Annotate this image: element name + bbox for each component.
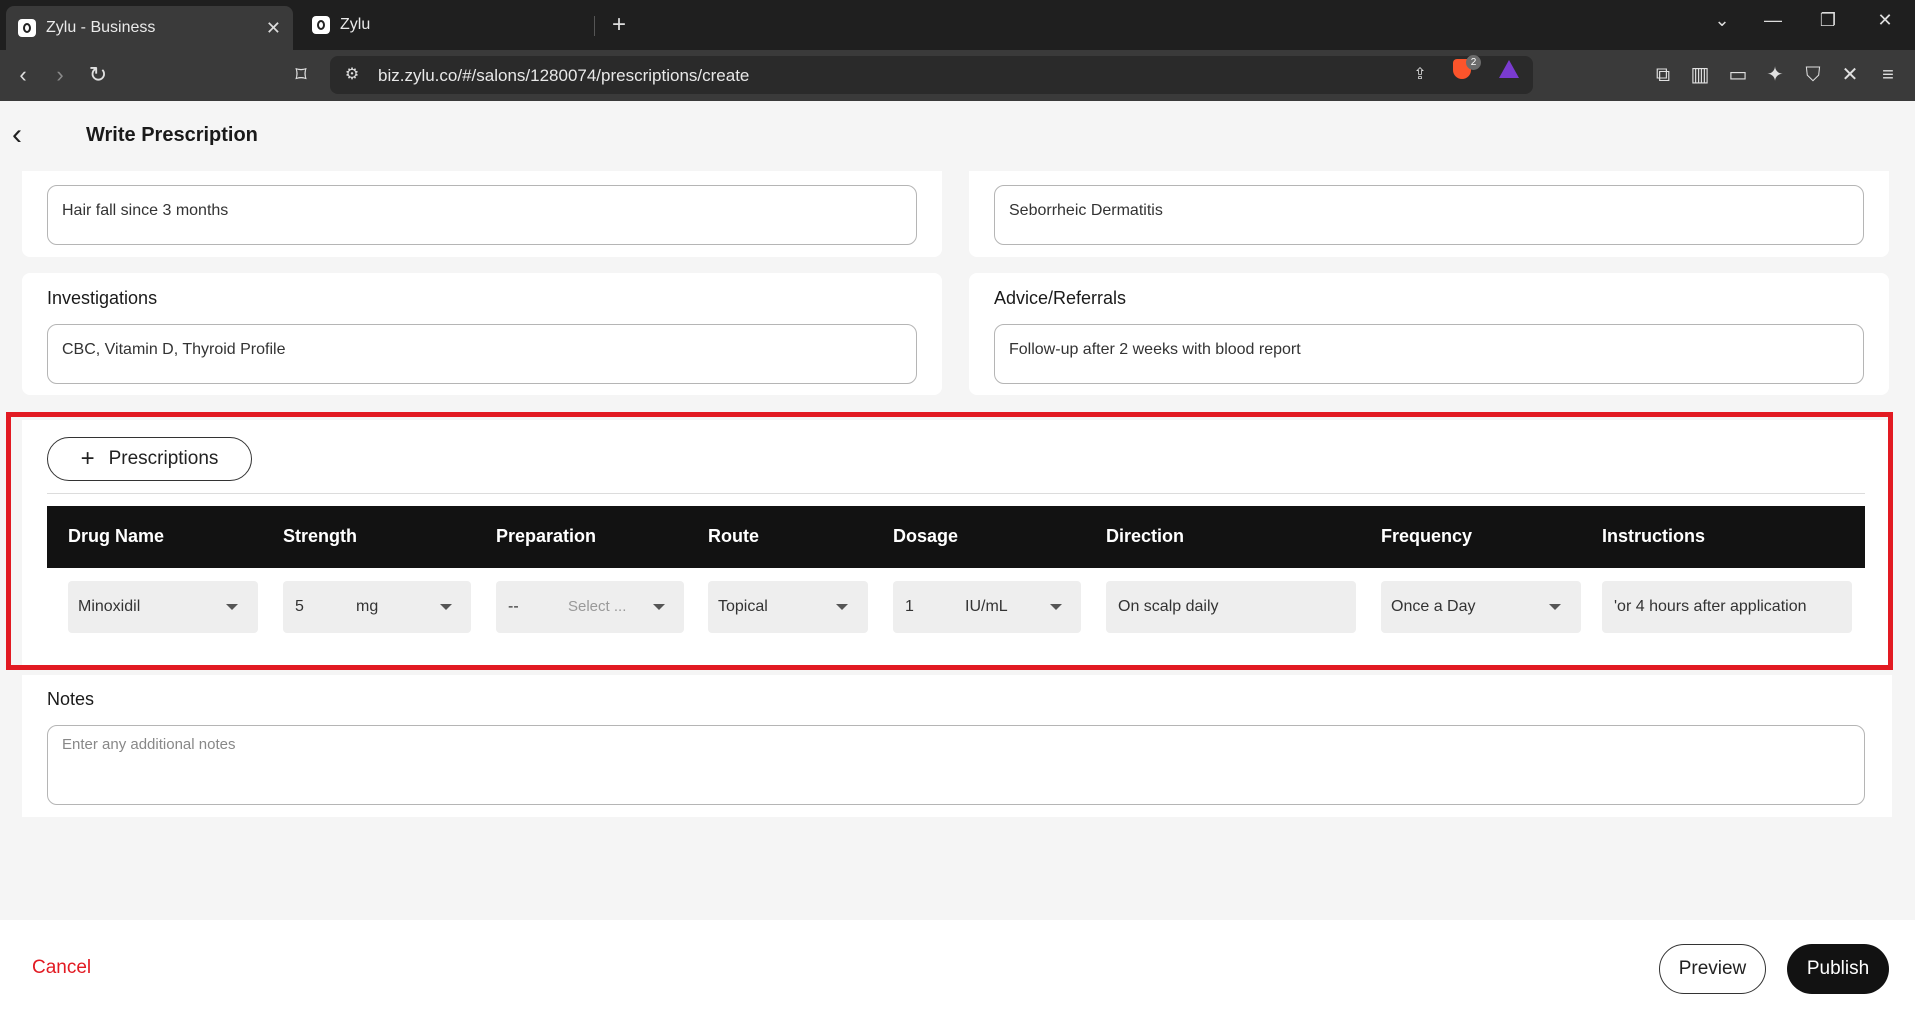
chevron-down-icon [1050, 604, 1062, 610]
zylu-favicon-icon [312, 16, 330, 34]
advice-field[interactable]: Follow-up after 2 weeks with blood repor… [994, 324, 1864, 384]
preparation-select[interactable]: -- Select ... [496, 581, 684, 633]
window-close-icon[interactable]: ✕ [1870, 10, 1900, 31]
complaints-field[interactable]: Hair fall since 3 months [47, 185, 917, 245]
column-dosage: Dosage [893, 526, 959, 546]
leo-ai-icon[interactable]: ✦ [1762, 62, 1788, 88]
route-select[interactable]: Topical [708, 581, 868, 633]
column-strength: Strength [283, 526, 357, 546]
drug-name-value: Minoxidil [78, 598, 141, 615]
advice-label: Advice/Referrals [994, 288, 1127, 308]
url-text[interactable]: biz.zylu.co/#/salons/1280074/prescriptio… [378, 66, 749, 86]
dosage-select[interactable]: 1 IU/mL [893, 581, 1081, 633]
plus-icon: + [80, 445, 95, 472]
column-instructions: Instructions [1602, 526, 1706, 546]
tab-separator [594, 16, 595, 36]
notes-card: Notes Enter any additional notes [22, 675, 1892, 817]
diagnosis-card: Seborrheic Dermatitis [969, 171, 1889, 257]
publish-button[interactable]: Publish [1787, 944, 1889, 994]
page-title: Write Prescription [86, 124, 258, 146]
new-tab-icon[interactable]: + [604, 10, 634, 40]
tab-list-chevron-icon[interactable]: ⌄ [1707, 10, 1737, 31]
zylu-favicon-icon [18, 19, 36, 37]
column-drug-name: Drug Name [68, 526, 165, 546]
instructions-value: 'or 4 hours after application [1614, 598, 1807, 615]
add-prescription-button[interactable]: + Prescriptions [47, 437, 252, 481]
preview-button[interactable]: Preview [1659, 944, 1766, 994]
investigations-card: Investigations CBC, Vitamin D, Thyroid P… [22, 273, 942, 395]
strength-select[interactable]: 5 mg [283, 581, 471, 633]
tab-title: Zylu - Business [46, 19, 156, 36]
notes-textarea[interactable]: Enter any additional notes [47, 725, 1865, 805]
back-icon[interactable]: ‹ [10, 62, 36, 88]
column-frequency: Frequency [1381, 526, 1473, 546]
tab-title: Zylu [340, 16, 371, 33]
strength-value: 5 [295, 598, 304, 615]
address-bar[interactable]: ⚙ biz.zylu.co/#/salons/1280074/prescript… [330, 56, 1533, 94]
app-header: ‹ Write Prescription [0, 101, 1915, 171]
site-settings-icon[interactable]: ⚙ [342, 65, 362, 85]
browser-toolbar: ‹ › ↻ ⌑ ⚙ biz.zylu.co/#/salons/1280074/p… [0, 50, 1915, 101]
wallet-icon[interactable]: ▭ [1725, 62, 1751, 88]
complaints-card: Hair fall since 3 months [22, 171, 942, 257]
route-value: Topical [718, 598, 768, 615]
dosage-value: 1 [905, 598, 914, 615]
reload-icon[interactable]: ↻ [85, 62, 111, 88]
drug-name-select[interactable]: Minoxidil [68, 581, 258, 633]
back-arrow-icon[interactable]: ‹ [12, 120, 42, 151]
section-divider [47, 493, 1865, 494]
chevron-down-icon [653, 604, 665, 610]
notes-label: Notes [47, 689, 95, 709]
preparation-placeholder: Select ... [568, 598, 627, 615]
chevron-down-icon [1549, 604, 1561, 610]
bookmark-icon[interactable]: ⌑ [288, 62, 314, 88]
instructions-input[interactable]: 'or 4 hours after application [1602, 581, 1852, 633]
extensions-icon[interactable]: ⧉ [1650, 62, 1676, 88]
chevron-down-icon [836, 604, 848, 610]
prescriptions-table-header: Drug Name Strength Preparation Route Dos… [47, 506, 1865, 568]
share-icon[interactable]: ⇪ [1410, 65, 1430, 85]
restore-icon[interactable]: ❐ [1813, 10, 1843, 31]
frequency-select[interactable]: Once a Day [1381, 581, 1581, 633]
vpn-icon[interactable]: ⛉ [1800, 62, 1826, 88]
frequency-value: Once a Day [1391, 598, 1476, 615]
brave-rewards-icon[interactable] [1499, 60, 1519, 78]
menu-icon[interactable]: ≡ [1875, 62, 1901, 88]
cancel-button[interactable]: Cancel [32, 957, 91, 979]
tab-close-icon[interactable]: ✕ [266, 18, 281, 39]
sidebar-icon[interactable]: ▥ [1687, 62, 1713, 88]
direction-input[interactable]: On scalp daily [1106, 581, 1356, 633]
column-preparation: Preparation [496, 526, 597, 546]
chevron-down-icon [226, 604, 238, 610]
footer-bar: Cancel Preview Publish [0, 920, 1915, 1021]
direction-value: On scalp daily [1118, 598, 1219, 615]
browser-tab-bar: Zylu - Business ✕ Zylu + ⌄ — ❐ ✕ [0, 0, 1915, 50]
shields-count-badge: 2 [1466, 55, 1481, 70]
column-direction: Direction [1106, 526, 1185, 546]
forward-icon[interactable]: › [47, 62, 73, 88]
column-route: Route [708, 526, 759, 546]
advice-card: Advice/Referrals Follow-up after 2 weeks… [969, 273, 1889, 395]
investigations-field[interactable]: CBC, Vitamin D, Thyroid Profile [47, 324, 917, 384]
dosage-unit: IU/mL [965, 598, 1008, 615]
strength-unit: mg [356, 598, 379, 615]
browser-tab-inactive[interactable]: Zylu [300, 6, 590, 44]
add-prescription-label: Prescriptions [108, 448, 219, 469]
diagnosis-field[interactable]: Seborrheic Dermatitis [994, 185, 1864, 245]
tools-icon[interactable]: ✕ [1837, 62, 1863, 88]
preparation-value: -- [508, 598, 519, 615]
investigations-label: Investigations [47, 288, 158, 308]
browser-tab-active[interactable]: Zylu - Business ✕ [6, 6, 293, 50]
chevron-down-icon [440, 604, 452, 610]
minimize-icon[interactable]: — [1758, 10, 1788, 31]
